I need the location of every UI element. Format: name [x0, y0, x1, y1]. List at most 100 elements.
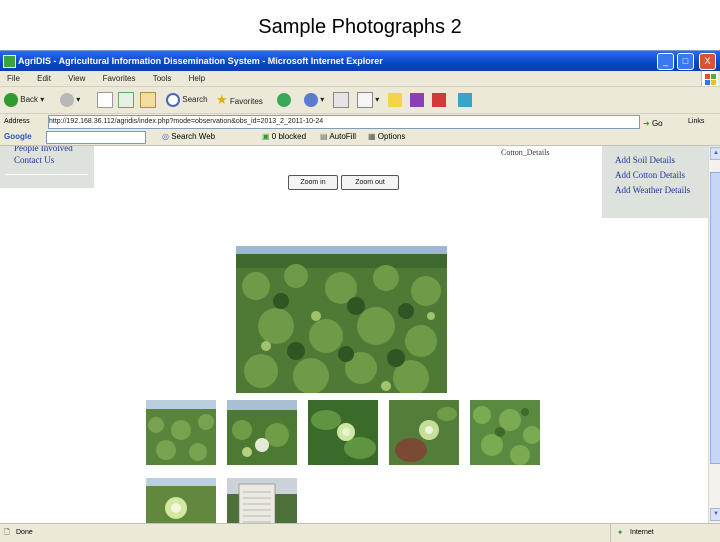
vertical-scrollbar[interactable]: ▲ ▼ [708, 146, 720, 523]
edit-button[interactable]: ▾ [357, 91, 379, 109]
main-cotton-field-photo[interactable] [236, 246, 447, 393]
zoom-in-button[interactable]: Zoom in [288, 175, 338, 190]
browser-window: AgriDIS - Agricultural Information Disse… [0, 50, 720, 542]
menu-view[interactable]: View [68, 74, 85, 83]
search-icon [166, 92, 180, 107]
menu-file[interactable]: File [7, 74, 20, 83]
internet-zone-icon: ● [618, 529, 623, 536]
refresh-button[interactable] [118, 91, 134, 109]
status-page-icon: 🗋 [4, 529, 10, 536]
popup-blocker-button[interactable]: ▣ 0 blocked [262, 129, 306, 145]
page-content: People Involved Contact Us Cotton_Detail… [0, 146, 708, 523]
sidebar-divider [6, 174, 88, 175]
status-divider [610, 524, 611, 542]
scroll-down-icon[interactable]: ▼ [710, 508, 720, 521]
thumbnail-photo-3[interactable] [308, 400, 378, 465]
sidebar-link-contact-us[interactable]: Contact Us [0, 154, 94, 166]
back-button[interactable]: Back ▾ [4, 91, 44, 109]
window-title: AgriDIS - Agricultural Information Disse… [18, 56, 383, 66]
edit-icon [357, 91, 373, 108]
autofill-label: AutoFill [329, 132, 357, 141]
back-arrow-icon [4, 92, 18, 107]
favorites-star-icon: ★ [216, 92, 228, 107]
research-button[interactable] [432, 91, 446, 109]
add-cotton-details-link[interactable]: Add Cotton Details [602, 168, 708, 183]
status-bar: 🗋 Done ● Internet [0, 523, 720, 542]
menu-help[interactable]: Help [189, 74, 205, 83]
options-button[interactable]: ▦ Options [368, 129, 405, 145]
slide-title: Sample Photographs 2 [258, 16, 462, 38]
thumbnail-photo-1[interactable] [146, 400, 216, 465]
go-label: Go [651, 119, 663, 128]
blocked-label: 0 blocked [271, 132, 307, 141]
thumbnail-photo-5[interactable] [470, 400, 540, 465]
back-label: Back [20, 95, 39, 104]
discuss-icon [458, 92, 472, 107]
right-sidebar-spacer [602, 146, 708, 153]
home-icon [140, 91, 156, 108]
menu-tools[interactable]: Tools [153, 74, 172, 83]
address-label: Address [4, 118, 30, 125]
popup-blocker-icon: ▣ [262, 132, 270, 141]
maximize-button[interactable]: □ [677, 53, 694, 70]
search-button[interactable]: Search [166, 91, 208, 109]
address-bar: Address http://192.168.36.112/agridis/in… [0, 114, 720, 130]
mail-button[interactable]: ▾ [304, 91, 324, 109]
cotton-details-link[interactable]: Cotton_Details [501, 148, 549, 157]
toolbar: Back ▾ ▾ Search ★ Favorites ▾ ▾ [0, 87, 720, 114]
autofill-button[interactable]: ▤ AutoFill [320, 129, 356, 145]
stop-button[interactable] [97, 91, 113, 109]
home-button[interactable] [140, 91, 156, 109]
scrollbar-thumb[interactable] [710, 172, 720, 464]
status-text: Done [16, 529, 33, 536]
zoom-out-button[interactable]: Zoom out [341, 175, 399, 190]
left-sidebar: People Involved Contact Us [0, 146, 94, 188]
add-soil-details-link[interactable]: Add Soil Details [602, 153, 708, 168]
forward-arrow-icon [60, 92, 74, 107]
menu-favorites[interactable]: Favorites [103, 74, 136, 83]
windows-logo-icon [701, 71, 718, 86]
print-button[interactable] [333, 91, 349, 109]
thumbnail-photo-4[interactable] [389, 400, 459, 465]
search-web-button[interactable]: ◎ Search Web [162, 129, 215, 145]
minimize-button[interactable]: _ [657, 53, 674, 70]
scroll-up-icon[interactable]: ▲ [710, 147, 720, 160]
notes-button[interactable] [388, 91, 402, 109]
options-label: Options [377, 132, 406, 141]
menu-edit[interactable]: Edit [37, 74, 51, 83]
google-toolbar: Google ◎ Search Web ▣ 0 blocked ▤ AutoFi… [0, 129, 720, 146]
go-arrow-icon: ➜ [643, 119, 650, 128]
autofill-icon: ▤ [320, 132, 328, 141]
search-label: Search [182, 95, 208, 104]
menu-bar: File Edit View Favorites Tools Help [0, 71, 720, 87]
folder-icon [388, 92, 402, 107]
thumbnail-photo-7[interactable] [227, 478, 297, 523]
address-input[interactable]: http://192.168.36.112/agridis/index.php?… [48, 115, 640, 129]
research-icon [432, 92, 446, 107]
favorites-label: Favorites [229, 97, 263, 106]
right-sidebar: Add Soil Details Add Cotton Details Add … [602, 146, 708, 218]
search-web-label: Search Web [171, 132, 216, 141]
messenger-button[interactable] [410, 91, 424, 109]
options-icon: ▦ [368, 132, 376, 141]
sidebar-link-people-involved[interactable]: People Involved [0, 146, 94, 154]
links-label[interactable]: Links [688, 114, 704, 129]
favorites-button[interactable]: ★ Favorites [216, 91, 263, 109]
ie-app-icon [3, 55, 16, 68]
discuss-button[interactable] [458, 91, 472, 109]
search-web-icon: ◎ [162, 132, 169, 141]
forward-button[interactable]: ▾ [60, 91, 80, 109]
print-icon [333, 91, 349, 108]
close-button[interactable]: X [699, 53, 716, 70]
history-icon [277, 92, 291, 107]
google-logo: Google [4, 132, 32, 141]
thumbnail-photo-2[interactable] [227, 400, 297, 465]
google-search-input[interactable] [46, 131, 146, 144]
refresh-icon [118, 91, 134, 108]
messenger-icon [410, 92, 424, 107]
history-button[interactable] [277, 91, 291, 109]
add-weather-details-link[interactable]: Add Weather Details [602, 183, 708, 198]
title-bar: AgriDIS - Agricultural Information Disse… [0, 51, 720, 71]
zone-label: Internet [630, 529, 654, 536]
thumbnail-photo-6[interactable] [146, 478, 216, 523]
